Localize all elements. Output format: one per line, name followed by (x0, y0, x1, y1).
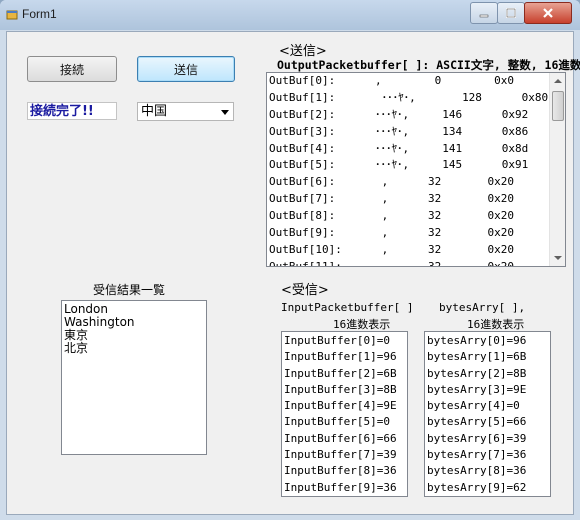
list-item[interactable]: bytesArry[0]=96 (425, 333, 550, 349)
minimize-icon (479, 14, 489, 18)
receive-section-header: <受信> (281, 283, 329, 298)
results-list[interactable]: London Washington 東京 北京 (61, 300, 207, 455)
list-item[interactable]: InputBuffer[0]=0 (282, 333, 407, 349)
list-item[interactable]: bytesArry[3]=9E (425, 382, 550, 398)
scroll-down-icon[interactable] (554, 256, 562, 260)
list-item[interactable]: InputBuffer[3]=8B (282, 382, 407, 398)
list-item[interactable]: bytesArry[9]=62 (425, 480, 550, 496)
input-buffer-label: InputPacketbuffer[ ] (281, 301, 414, 314)
maximize-button[interactable] (497, 2, 525, 24)
bytes-array-list[interactable]: bytesArry[0]=96 bytesArry[1]=6B bytesArr… (424, 331, 551, 497)
list-item[interactable]: InputBuffer[9]=36 (282, 480, 407, 496)
list-item[interactable]: OutBuf[10]: , 32 0x20 (267, 242, 565, 259)
bytes-array-label: bytesArry[ ], (439, 301, 526, 314)
list-item[interactable]: InputBuffer[6]=66 (282, 431, 407, 447)
bytes-array-sublabel: 16進数表示 (467, 318, 525, 331)
list-item[interactable]: bytesArry[2]=8B (425, 366, 550, 382)
list-item[interactable]: OutBuf[6]: , 32 0x20 (267, 174, 565, 191)
list-item[interactable]: bytesArry[1]=6B (425, 349, 550, 365)
send-list-scrollbar[interactable] (549, 73, 565, 266)
list-item[interactable]: OutBuf[0]: , 0 0x0 (267, 73, 565, 90)
list-item[interactable]: 北京 (62, 342, 206, 355)
list-item[interactable]: OutBuf[3]: ･･･ﾔ･, 134 0x86 (267, 124, 565, 141)
list-item[interactable]: InputBuffer[7]=39 (282, 447, 407, 463)
list-item[interactable]: InputBuffer[8]=36 (282, 463, 407, 479)
list-item[interactable]: OutBuf[7]: , 32 0x20 (267, 191, 565, 208)
send-section-subheader: OutputPacketbuffer[ ]: ASCII文字, 整数, 16進数 (277, 58, 580, 72)
close-icon (543, 8, 553, 18)
app-icon (6, 10, 18, 20)
connection-status-field: 接続完了!! (27, 102, 117, 120)
list-item[interactable]: bytesArry[6]=39 (425, 431, 550, 447)
scrollbar-thumb[interactable] (552, 91, 564, 121)
input-buffer-list[interactable]: InputBuffer[0]=0 InputBuffer[1]=96 Input… (281, 331, 408, 497)
list-item[interactable]: OutBuf[4]: ･･･ﾔ･, 141 0x8d (267, 141, 565, 158)
title-bar[interactable]: Form1 (0, 0, 580, 30)
send-buffer-rows: OutBuf[0]: , 0 0x0 OutBuf[1]: ･･･ﾔ･, 128… (267, 73, 565, 266)
scroll-up-icon[interactable] (554, 79, 562, 83)
close-button[interactable] (524, 2, 572, 24)
input-buffer-sublabel: 16進数表示 (333, 318, 391, 331)
region-select[interactable]: 中国 (137, 102, 234, 121)
send-button[interactable]: 送信 (137, 56, 235, 82)
list-item[interactable]: InputBuffer[5]=0 (282, 414, 407, 430)
list-item[interactable]: OutBuf[11]: , 32 0x20 (267, 259, 565, 266)
minimize-button[interactable] (470, 2, 498, 24)
connect-button[interactable]: 接続 (27, 56, 117, 82)
list-item[interactable]: bytesArry[5]=66 (425, 414, 550, 430)
list-item[interactable]: InputBuffer[4]=9E (282, 398, 407, 414)
list-item[interactable]: bytesArry[4]=0 (425, 398, 550, 414)
form-client-area: 接続 送信 接続完了!! 中国 <送信> OutputPacketbuffer[… (6, 31, 580, 515)
list-item[interactable]: OutBuf[8]: , 32 0x20 (267, 208, 565, 225)
list-item[interactable]: OutBuf[1]: ･･･ﾔ･, 128 0x80 (267, 90, 565, 107)
results-header: 受信結果一覧 (93, 283, 166, 297)
list-item[interactable]: InputBuffer[1]=96 (282, 349, 407, 365)
list-item[interactable]: OutBuf[5]: ･･･ﾔ･, 145 0x91 (267, 157, 565, 174)
list-item[interactable]: bytesArry[7]=36 (425, 447, 550, 463)
list-item[interactable]: OutBuf[2]: ･･･ﾔ･, 146 0x92 (267, 107, 565, 124)
list-item[interactable]: InputBuffer[2]=6B (282, 366, 407, 382)
list-item[interactable]: OutBuf[9]: , 32 0x20 (267, 225, 565, 242)
list-item[interactable]: bytesArry[8]=36 (425, 463, 550, 479)
chevron-down-icon[interactable] (221, 110, 229, 115)
app-window: Form1 接続 送信 接続完了!! 中国 <送信> OutputPacketb… (0, 0, 580, 520)
maximize-icon (506, 8, 516, 18)
region-select-value: 中国 (141, 104, 168, 119)
send-buffer-list[interactable]: OutBuf[0]: , 0 0x0 OutBuf[1]: ･･･ﾔ･, 128… (266, 72, 566, 267)
window-title: Form1 (22, 7, 57, 21)
